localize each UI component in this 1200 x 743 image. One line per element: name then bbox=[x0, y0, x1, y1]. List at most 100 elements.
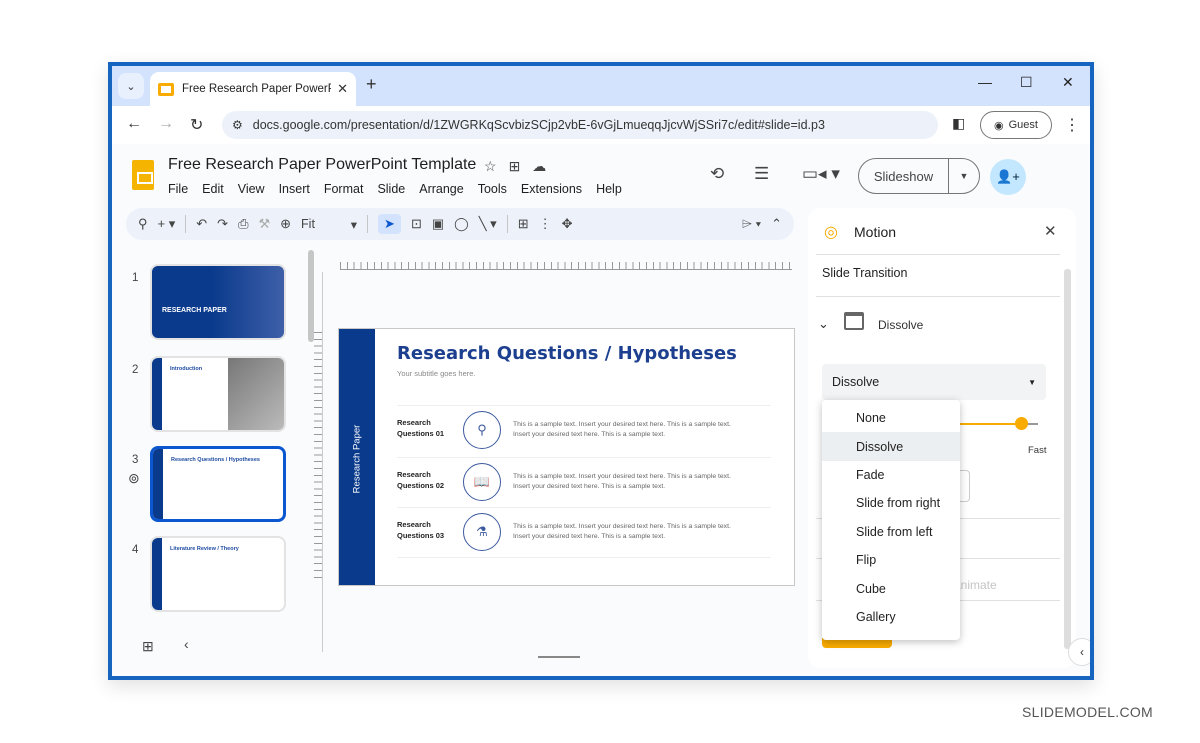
transition-type-select[interactable]: Dissolve ▼ bbox=[822, 364, 1046, 400]
microscope-icon: ⚗ bbox=[463, 513, 501, 551]
menu-slide[interactable]: Slide bbox=[377, 182, 405, 196]
side-bar-label: Research Paper bbox=[351, 424, 363, 494]
close-icon[interactable]: ✕ bbox=[1044, 222, 1057, 240]
close-window-button[interactable]: ✕ bbox=[1062, 74, 1074, 91]
motion-panel-title: Motion bbox=[854, 224, 897, 240]
vertical-ruler[interactable] bbox=[322, 272, 323, 652]
url-text[interactable]: docs.google.com/presentation/d/1ZWGRKqSc… bbox=[253, 118, 825, 132]
add-person-icon: 👤+ bbox=[996, 169, 1020, 184]
zoom-select[interactable]: Fit ▾ bbox=[301, 217, 357, 232]
redo-icon[interactable]: ↷ bbox=[217, 216, 228, 232]
forward-button[interactable]: → bbox=[158, 115, 174, 133]
maximize-button[interactable]: ☐ bbox=[1020, 74, 1033, 91]
back-button[interactable]: ← bbox=[126, 115, 142, 133]
menu-option-fade[interactable]: Fade bbox=[822, 461, 960, 489]
thumbnail-row-active[interactable]: 3 Research Questions / Hypotheses bbox=[122, 446, 298, 526]
browser-menu-icon[interactable]: ⋮ bbox=[1064, 115, 1080, 135]
vertical-ruler-ticks bbox=[314, 332, 322, 582]
search-menus-icon[interactable]: ⚲ bbox=[138, 216, 148, 232]
thumbnail-row[interactable]: 4 Literature Review / Theory bbox=[122, 536, 298, 616]
zoom-icon[interactable]: ⊕ bbox=[280, 216, 291, 232]
menu-option-dissolve[interactable]: Dissolve bbox=[822, 432, 960, 461]
menu-option-slide-from-right[interactable]: Slide from right bbox=[822, 489, 960, 517]
speed-fast-label: Fast bbox=[1028, 445, 1047, 456]
line-icon[interactable]: ╲ ▾ bbox=[479, 216, 497, 232]
filmstrip-scrollbar[interactable] bbox=[308, 250, 314, 342]
star-icon[interactable]: ☆ bbox=[484, 158, 497, 175]
address-bar[interactable]: ⚙ docs.google.com/presentation/d/1ZWGRKq… bbox=[222, 111, 938, 139]
question-row[interactable]: Research Questions 01 ⚲ This is a sample … bbox=[397, 411, 771, 455]
menu-option-gallery[interactable]: Gallery bbox=[822, 603, 960, 631]
menu-tools[interactable]: Tools bbox=[478, 182, 507, 196]
close-tab-icon[interactable]: ✕ bbox=[337, 81, 348, 97]
collapse-toolbar-icon[interactable]: ⌃ bbox=[771, 216, 782, 232]
menu-edit[interactable]: Edit bbox=[202, 182, 224, 196]
question-row[interactable]: Research Questions 02 📖 This is a sample … bbox=[397, 463, 771, 507]
minimize-button[interactable]: — bbox=[978, 74, 992, 90]
expand-side-panel-button[interactable]: ‹ bbox=[1068, 638, 1090, 666]
horizontal-ruler[interactable] bbox=[340, 262, 792, 270]
motion-panel-scrollbar[interactable] bbox=[1064, 269, 1071, 649]
comment-icon[interactable]: ⊞ bbox=[518, 216, 529, 232]
reload-button[interactable]: ↻ bbox=[190, 115, 203, 135]
move-folder-icon[interactable]: ⊞ bbox=[509, 158, 521, 175]
menu-insert[interactable]: Insert bbox=[279, 182, 310, 196]
new-slide-icon[interactable]: + ▾ bbox=[158, 216, 176, 232]
menu-help[interactable]: Help bbox=[596, 182, 622, 196]
profile-button[interactable]: ◉ Guest bbox=[980, 111, 1052, 139]
menu-format[interactable]: Format bbox=[324, 182, 364, 196]
version-history-icon[interactable]: ⟲ bbox=[710, 164, 724, 184]
side-panel-icon[interactable]: ◧ bbox=[952, 115, 965, 132]
slideshow-label[interactable]: Slideshow bbox=[859, 159, 949, 193]
text-box-icon[interactable]: ⊡ bbox=[411, 216, 422, 232]
menu-option-none[interactable]: None bbox=[822, 404, 960, 432]
speaker-notes-handle[interactable] bbox=[538, 656, 580, 658]
slideshow-button[interactable]: Slideshow ▼ bbox=[858, 158, 980, 194]
current-slide[interactable]: Research Paper Research Questions / Hypo… bbox=[338, 328, 795, 586]
slide-title[interactable]: Research Questions / Hypotheses bbox=[397, 343, 737, 364]
menu-file[interactable]: File bbox=[168, 182, 188, 196]
menu-arrange[interactable]: Arrange bbox=[419, 182, 463, 196]
chevron-down-icon[interactable]: ⌄ bbox=[818, 316, 829, 332]
slideshow-dropdown-icon[interactable]: ▼ bbox=[949, 171, 979, 181]
transition-name[interactable]: Dissolve bbox=[878, 318, 923, 332]
pointer-mode-icon[interactable]: ⌲ ▾ bbox=[742, 216, 761, 232]
meet-camera-icon[interactable]: ▭◂ ▾ bbox=[802, 164, 840, 184]
slide-thumbnail[interactable]: Introduction bbox=[150, 356, 286, 432]
paint-format-icon[interactable]: ⚒ bbox=[258, 216, 270, 232]
slides-logo-icon[interactable] bbox=[132, 160, 154, 190]
thumbnail-title: Introduction bbox=[170, 366, 203, 372]
slide-thumbnail-selected[interactable]: Research Questions / Hypotheses bbox=[150, 446, 286, 522]
document-title[interactable]: Free Research Paper PowerPoint Template bbox=[168, 156, 476, 174]
share-button[interactable]: 👤+ bbox=[990, 159, 1026, 195]
menu-option-flip[interactable]: Flip bbox=[822, 546, 960, 574]
site-info-icon[interactable]: ⚙ bbox=[232, 118, 243, 132]
speed-slider-handle[interactable] bbox=[1015, 417, 1028, 430]
image-icon[interactable]: ▣ bbox=[432, 216, 444, 232]
toolbar-divider bbox=[185, 215, 187, 233]
collapse-filmstrip-icon[interactable]: ‹ bbox=[184, 636, 189, 652]
slide-thumbnail[interactable]: Literature Review / Theory bbox=[150, 536, 286, 612]
new-tab-button[interactable]: + bbox=[366, 74, 377, 95]
menu-view[interactable]: View bbox=[238, 182, 265, 196]
more-icon[interactable]: ⋮ bbox=[539, 216, 552, 232]
cloud-saved-icon[interactable]: ☁ bbox=[532, 158, 546, 175]
slide-subtitle[interactable]: Your subtitle goes here. bbox=[397, 369, 476, 378]
divider bbox=[397, 405, 771, 406]
menu-option-slide-from-left[interactable]: Slide from left bbox=[822, 518, 960, 546]
grid-view-icon[interactable]: ⊞ bbox=[142, 638, 154, 655]
thumbnail-row[interactable]: 1 RESEARCH PAPER bbox=[122, 264, 298, 344]
question-row[interactable]: Research Questions 03 ⚗ This is a sample … bbox=[397, 513, 771, 557]
select-tool-icon[interactable]: ➤ bbox=[378, 214, 401, 234]
browser-tab[interactable]: Free Research Paper PowerPoint Template … bbox=[150, 72, 356, 106]
tab-search-button[interactable]: ⌄ bbox=[118, 73, 144, 99]
shape-icon[interactable]: ◯ bbox=[454, 216, 469, 232]
animate-button-label[interactable]: animate bbox=[954, 578, 997, 592]
menu-option-cube[interactable]: Cube bbox=[822, 574, 960, 602]
thumbnail-row[interactable]: 2 Introduction bbox=[122, 356, 298, 436]
undo-icon[interactable]: ↶ bbox=[196, 216, 207, 232]
menu-extensions[interactable]: Extensions bbox=[521, 182, 582, 196]
slide-thumbnail[interactable]: RESEARCH PAPER bbox=[150, 264, 286, 340]
comments-icon[interactable]: ☰ bbox=[754, 164, 769, 184]
print-icon[interactable]: ⎙ bbox=[238, 216, 248, 232]
